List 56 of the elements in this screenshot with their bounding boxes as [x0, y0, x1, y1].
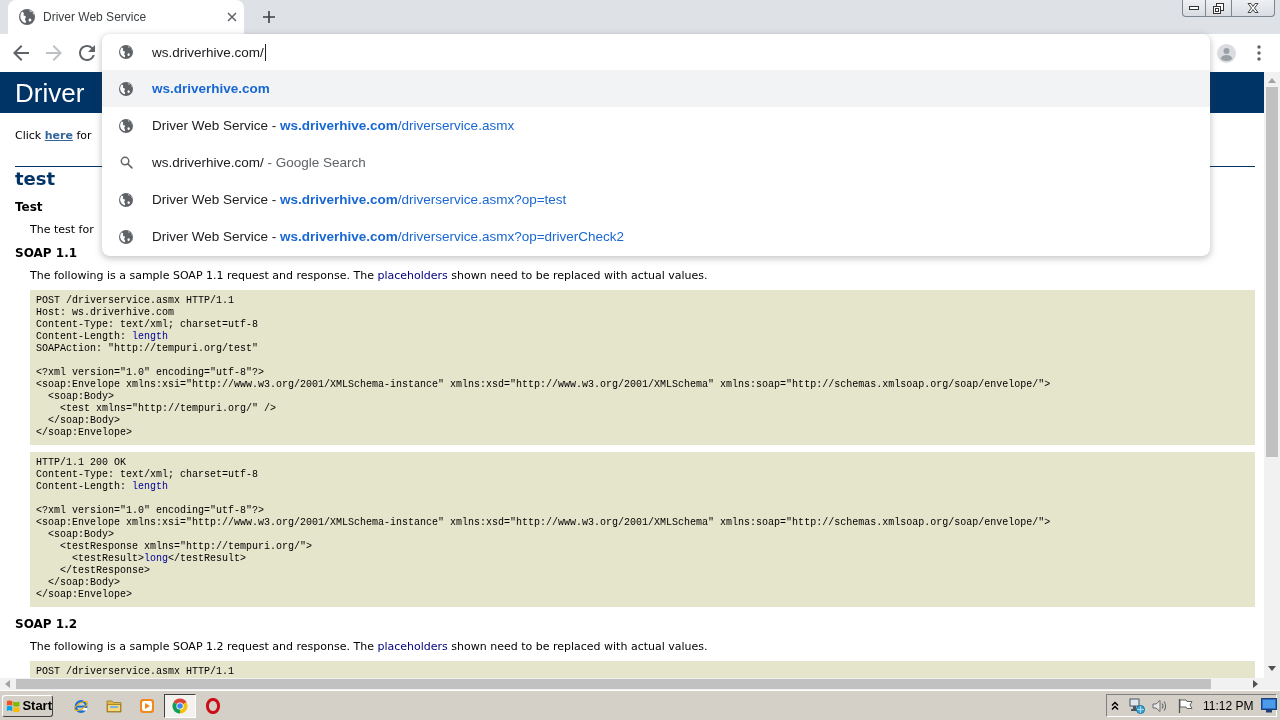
- code-block: POST /driverservice.asmx HTTP/1.1 Host: ws.driverhive.com Content-Type: text/xml; charset=utf-8 Content-Length: length SOAPAction: "http://tempuri.org/test" <?xml version="1.0" encoding="utf-8"?> <soap:Envelope xmlns:xsi="http://www.w3.org/2001/XMLSchema-instance" xmlns:xsd="http://www.w3.org/2001/XMLSchema" xmlns:soap="http://schemas.xmlsoap.org/soap/envelope/"> <soap:Body> <test xmlns="http://tempuri.org/" /> </soap:Body> </soap:Envelope>: [30, 290, 1255, 445]
- browser-tab[interactable]: Driver Web Service: [8, 0, 244, 34]
- code-block: POST /driverservice.asmx HTTP/1.1: [30, 661, 1255, 678]
- close-icon: [1247, 3, 1259, 13]
- scroll-down-icon[interactable]: [1267, 663, 1277, 672]
- flag-icon[interactable]: [1177, 697, 1193, 714]
- globe-icon: [119, 229, 133, 244]
- back-icon[interactable]: [13, 45, 29, 61]
- minimize-icon: [1189, 6, 1199, 10]
- close-button[interactable]: [1232, 0, 1275, 17]
- vertical-scrollbar[interactable]: [1264, 72, 1280, 678]
- menu-icon[interactable]: [1257, 45, 1261, 61]
- plus-icon[interactable]: [263, 11, 275, 23]
- suggestion-item[interactable]: Driver Web Service - ws.driverhive.com/driverservice.asmx: [102, 107, 1210, 144]
- page-title: Driver: [15, 78, 85, 108]
- scrollbar-thumb[interactable]: [16, 679, 1211, 689]
- suggestion-item[interactable]: ws.driverhive.com/ - Google Search: [102, 144, 1210, 181]
- avatar-icon[interactable]: [1217, 43, 1236, 63]
- section-heading: SOAP 1.2: [15, 617, 78, 632]
- scroll-right-icon[interactable]: [1250, 679, 1259, 689]
- globe-icon: [119, 81, 133, 96]
- ring-icon[interactable]: [204, 697, 221, 714]
- code-block: HTTP/1.1 200 OK Content-Type: text/xml; charset=utf-8 Content-Length: length <?xml version="1.0" encoding="utf-8"?> <soap:Envelope xmlns:xsi="http://www.w3.org/2001/XMLSchema-instance" xmlns:xsd="http://www.w3.org/2001/XMLSchema" xmlns:soap="http://schemas.xmlsoap.org/soap/envelope/"> <soap:Body> <testResponse xmlns="http://tempuri.org/"> <testResult>long</testResult> </testResponse> </soap:Body> </soap:Envelope>: [30, 452, 1255, 607]
- suggestion-item[interactable]: ws.driverhive.com: [102, 70, 1210, 107]
- globe-icon: [19, 9, 35, 25]
- globe-icon: [119, 192, 133, 207]
- reload-icon[interactable]: [79, 45, 95, 61]
- start-button[interactable]: Start: [2, 694, 53, 717]
- address-field[interactable]: ws.driverhive.com/: [102, 34, 1210, 70]
- globe-icon: [119, 45, 133, 59]
- operation-heading: test: [15, 168, 56, 190]
- monitor-icon[interactable]: [1261, 698, 1278, 713]
- restore-icon: [1213, 2, 1224, 14]
- restore-button[interactable]: [1206, 0, 1232, 17]
- suggestion-item[interactable]: Driver Web Service - ws.driverhive.com/driverservice.asmx?op=test: [102, 181, 1210, 218]
- inline-link[interactable]: here: [44, 129, 73, 142]
- clock-text[interactable]: 11:12 PM: [1203, 698, 1254, 713]
- suggestion-item[interactable]: Driver Web Service - ws.driverhive.com/driverservice.asmx?op=driverCheck2: [102, 218, 1210, 255]
- operation-name: Test: [15, 199, 43, 215]
- close-icon[interactable]: [227, 12, 237, 22]
- globe-icon: [119, 118, 133, 133]
- scrollbar-thumb[interactable]: [1266, 87, 1278, 457]
- horizontal-scrollbar[interactable]: [0, 678, 1264, 690]
- chevron-up-icon[interactable]: [1111, 700, 1119, 711]
- network-icon[interactable]: [1129, 697, 1145, 714]
- section-intro: The following is a sample SOAP 1.2 request and response. The placeholders shown need to be replaced with actual values.: [30, 640, 708, 654]
- section-heading: SOAP 1.1: [15, 246, 78, 261]
- minimize-button[interactable]: [1182, 0, 1206, 17]
- section-intro: The following is a sample SOAP 1.1 request and response. The placeholders shown need to be replaced with actual values.: [30, 269, 708, 283]
- speaker-icon[interactable]: [1152, 697, 1168, 714]
- operation-description: The test for: [30, 223, 94, 237]
- color-wheel-icon[interactable]: [163, 693, 196, 718]
- search-icon: [120, 156, 133, 169]
- notice-text: Click here for: [15, 129, 92, 143]
- e-logo-icon[interactable]: [72, 697, 89, 714]
- start-logo-icon: [6, 697, 21, 714]
